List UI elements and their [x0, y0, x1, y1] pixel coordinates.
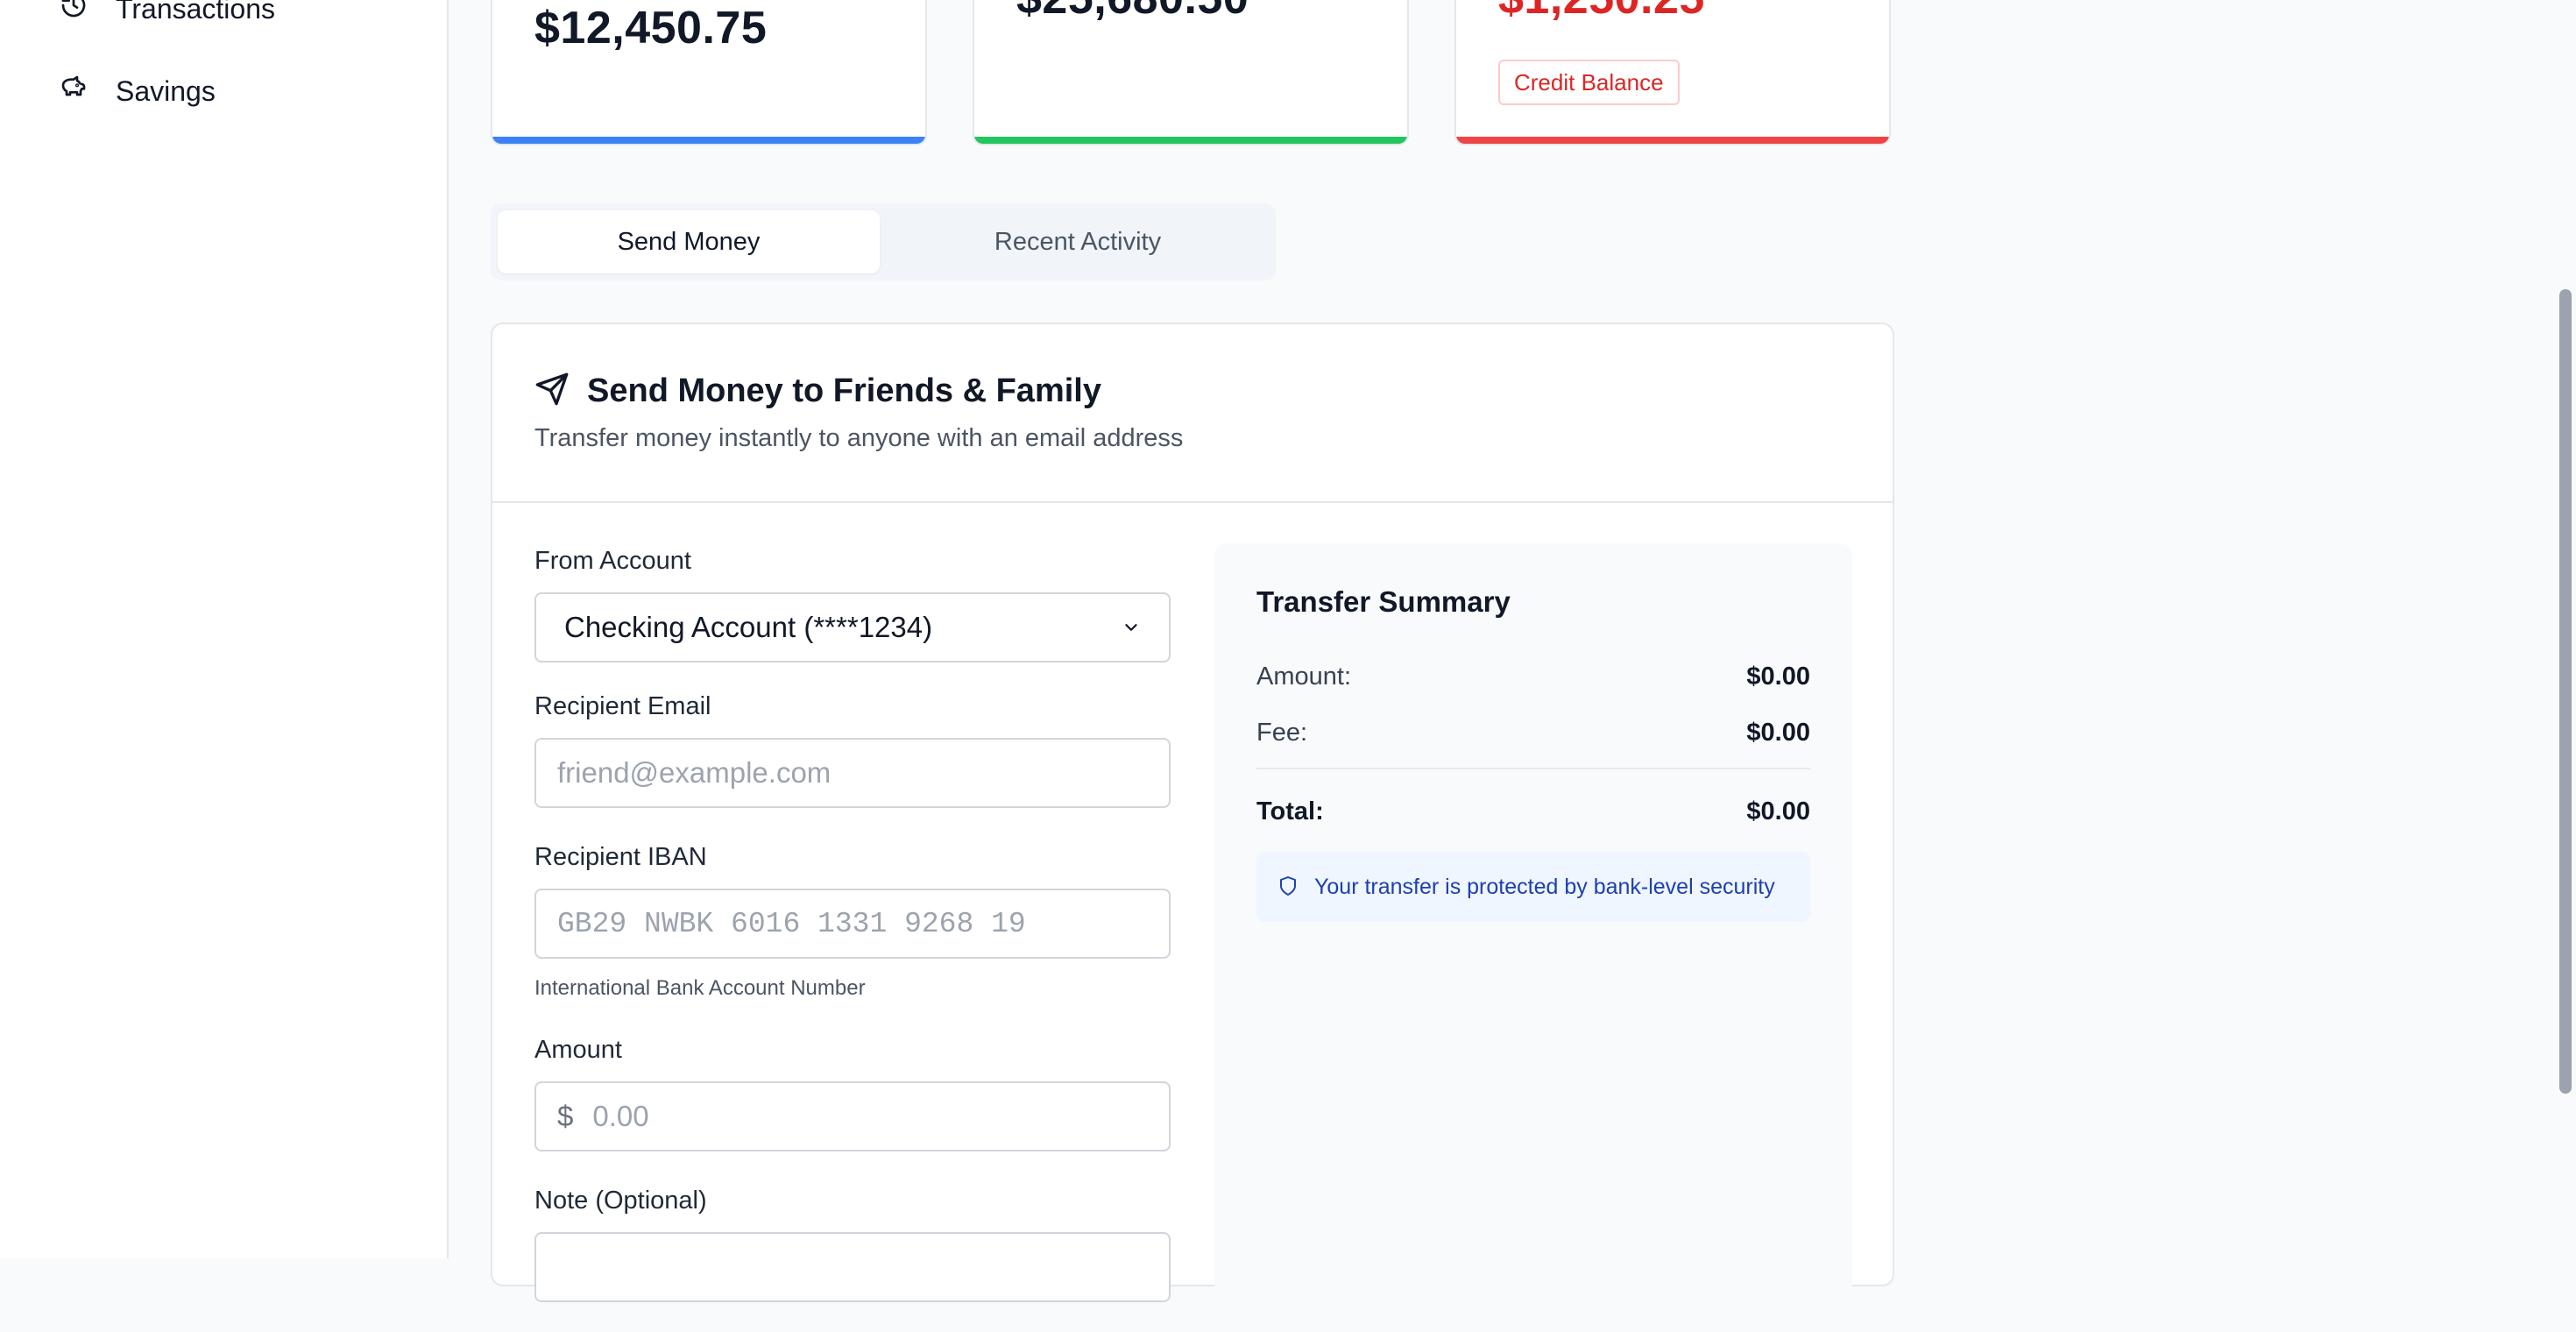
tab-send-money[interactable]: Send Money — [498, 210, 880, 273]
from-account-label: From Account — [534, 547, 691, 575]
sidebar-item-savings[interactable]: Savings — [60, 65, 216, 117]
from-account-select[interactable]: Checking Account (****1234) — [534, 592, 1171, 662]
credit-balance-badge: Credit Balance — [1498, 60, 1680, 105]
tab-list: Send Money Recent Activity — [491, 203, 1276, 280]
piggy-bank-icon — [60, 74, 95, 109]
recipient-email-label: Recipient Email — [534, 692, 711, 720]
summary-title: Transfer Summary — [1256, 585, 1511, 618]
balance-amount: $12,450.75 — [534, 3, 768, 53]
send-icon — [534, 372, 573, 410]
balance-card-savings: $25,680.50 — [973, 0, 1409, 145]
summary-fee-label: Fee: — [1256, 719, 1308, 747]
panel-header: Send Money to Friends & Family Transfer … — [492, 324, 1893, 503]
summary-amount-row: Amount: $0.00 — [1256, 662, 1810, 691]
panel-title: Send Money to Friends & Family — [534, 372, 1101, 410]
recipient-email-input[interactable] — [536, 740, 1169, 806]
panel-title-text: Send Money to Friends & Family — [587, 372, 1101, 409]
shield-icon — [1277, 875, 1300, 898]
summary-divider — [1256, 768, 1810, 769]
card-accent-bar — [974, 137, 1407, 144]
recipient-iban-label: Recipient IBAN — [534, 843, 707, 871]
summary-fee-value: $0.00 — [1746, 719, 1810, 747]
card-accent-bar — [1456, 137, 1889, 144]
send-money-panel: Send Money to Friends & Family Transfer … — [491, 322, 1894, 1332]
security-notice-text: Your transfer is protected by bank-level… — [1314, 874, 1775, 899]
amount-wrapper: $ — [534, 1081, 1171, 1151]
summary-fee-row: Fee: $0.00 — [1256, 719, 1810, 747]
tab-recent-activity[interactable]: Recent Activity — [887, 210, 1269, 273]
balance-amount: $1,250.25 — [1498, 0, 1705, 25]
panel-subtitle: Transfer money instantly to anyone with … — [534, 424, 1184, 452]
summary-amount-value: $0.00 — [1746, 662, 1810, 691]
sidebar-item-label: Savings — [116, 74, 216, 107]
note-wrapper — [534, 1232, 1171, 1302]
recipient-iban-wrapper — [534, 889, 1171, 959]
recipient-iban-input[interactable] — [536, 890, 1169, 957]
currency-prefix: $ — [557, 1100, 574, 1132]
sidebar-item-transactions[interactable]: Transactions — [60, 0, 275, 35]
note-label: Note (Optional) — [534, 1187, 707, 1215]
note-input[interactable] — [536, 1234, 1169, 1300]
summary-total-label: Total: — [1256, 797, 1324, 825]
summary-amount-label: Amount: — [1256, 662, 1351, 691]
card-accent-bar — [492, 137, 925, 144]
balance-amount: $25,680.50 — [1016, 0, 1249, 25]
sidebar-item-label: Transactions — [116, 0, 275, 25]
scrollbar-thumb[interactable] — [2559, 289, 2572, 1094]
iban-hint: International Bank Account Number — [534, 976, 866, 1000]
recipient-email-wrapper — [534, 738, 1171, 808]
summary-total-value: $0.00 — [1746, 797, 1810, 825]
from-account-value: Checking Account (****1234) — [564, 611, 933, 643]
summary-total-row: Total: $0.00 — [1256, 797, 1810, 826]
history-icon — [60, 0, 95, 26]
balance-card-credit: $1,250.25 Credit Balance — [1454, 0, 1891, 145]
amount-label: Amount — [534, 1036, 622, 1064]
amount-input[interactable] — [573, 1083, 1169, 1150]
security-notice: Your transfer is protected by bank-level… — [1256, 852, 1810, 922]
sidebar: Transactions Savings — [0, 0, 449, 1258]
transfer-summary: Transfer Summary Amount: $0.00 Fee: $0.0… — [1214, 543, 1852, 1332]
balance-card-checking: $12,450.75 — [491, 0, 927, 145]
chevron-down-icon — [1122, 611, 1141, 644]
